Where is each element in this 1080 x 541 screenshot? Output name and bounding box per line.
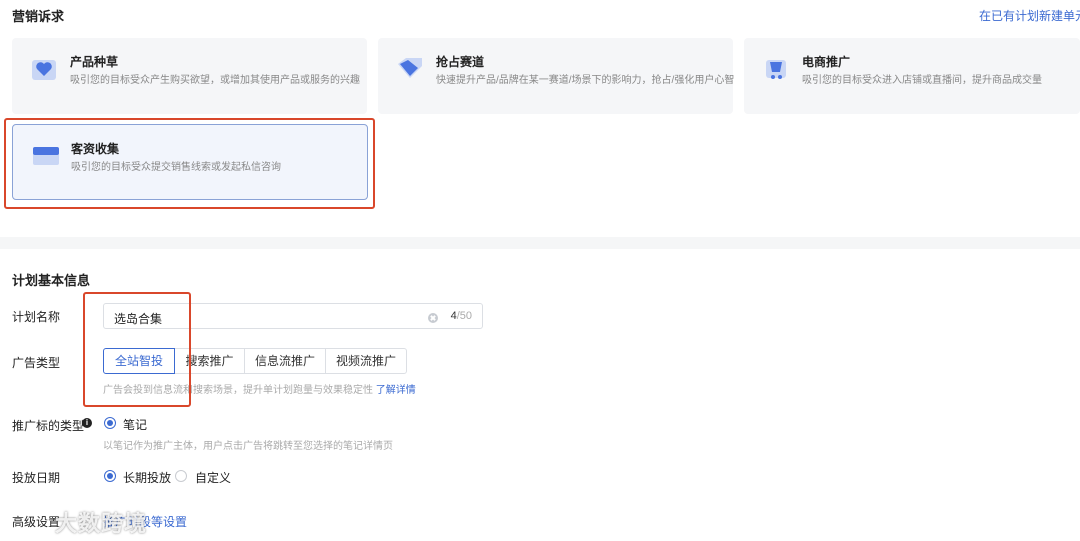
highlight-box-goal	[4, 118, 375, 209]
diamond-icon	[398, 58, 422, 78]
learn-more-link[interactable]: 了解详情	[376, 385, 416, 396]
date-option-longterm: 长期投放	[123, 471, 172, 485]
card-desc: 吸引您的目标受众进入店铺或直播间，提升商品成交量	[802, 75, 1042, 86]
ad-type-label: 广告类型	[12, 356, 61, 370]
advanced-label: 高级设置	[12, 515, 61, 529]
char-counter: 4/50	[450, 310, 472, 322]
date-option-custom: 自定义	[195, 471, 232, 485]
date-radio-custom[interactable]	[175, 470, 187, 482]
card-title: 电商推广	[802, 55, 851, 69]
cart-icon	[766, 60, 786, 79]
card-title: 抢占赛道	[436, 55, 485, 69]
watermark: 大数跨境	[55, 511, 148, 536]
goal-card-ecommerce[interactable]: 电商推广 吸引您的目标受众进入店铺或直播间，提升商品成交量	[744, 38, 1080, 114]
date-radio-longterm[interactable]	[104, 470, 116, 482]
target-type-label: 推广标的类型	[12, 419, 85, 433]
plan-name-label: 计划名称	[12, 310, 61, 324]
clear-icon[interactable]	[428, 313, 438, 323]
target-hint: 以笔记作为推广主体，用户点击广告将跳转至您选择的笔记详情页	[103, 441, 393, 452]
section-title-marketing: 营销诉求	[12, 9, 65, 24]
ad-type-option-feed[interactable]: 信息流推广	[244, 348, 326, 374]
ad-type-option-smart[interactable]: 全站智投	[103, 348, 175, 374]
section-title-plan: 计划基本信息	[12, 273, 91, 288]
goal-card-product-seeding[interactable]: 产品种草 吸引您的目标受众产生购买欲望，或增加其使用产品或服务的兴趣	[12, 38, 367, 114]
goal-card-occupy-track[interactable]: 抢占赛道 快速提升产品/品牌在某一赛道/场景下的影响力，抢占/强化用户心智	[378, 38, 735, 114]
info-icon[interactable]: i	[82, 418, 92, 428]
ad-type-option-video[interactable]: 视频流推广	[325, 348, 407, 374]
card-desc: 快速提升产品/品牌在某一赛道/场景下的影响力，抢占/强化用户心智	[436, 75, 735, 86]
target-radio-note[interactable]	[104, 417, 116, 429]
card-title: 产品种草	[70, 55, 119, 69]
card-desc: 吸引您的目标受众产生购买欲望，或增加其使用产品或服务的兴趣	[70, 75, 360, 86]
date-label: 投放日期	[12, 471, 61, 485]
section-divider	[0, 237, 1080, 249]
target-option-label: 笔记	[123, 418, 148, 432]
heart-box-icon	[32, 60, 56, 80]
new-unit-link[interactable]: 在已有计划新建单元	[979, 7, 1080, 24]
